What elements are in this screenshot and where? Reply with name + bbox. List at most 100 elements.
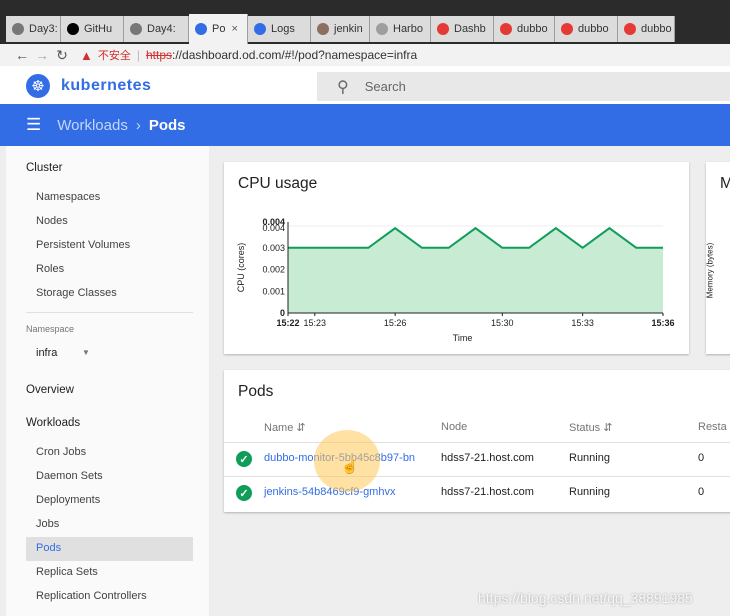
url-scheme[interactable]: https — [146, 48, 172, 62]
row-divider — [224, 476, 730, 477]
dubbo-icon — [437, 23, 449, 35]
browser-tab-label: Dashb — [454, 23, 486, 35]
search-input[interactable]: ⚲ Search — [317, 72, 730, 101]
sort-icon[interactable]: ⇵ — [603, 422, 612, 434]
sidebar-item[interactable]: Replica Sets — [36, 566, 98, 578]
close-icon[interactable]: × — [231, 23, 237, 35]
brand-title[interactable]: kubernetes — [61, 77, 151, 95]
column-header-status[interactable]: Status ⇵ — [569, 421, 612, 434]
breadcrumb-workloads[interactable]: Workloads — [57, 117, 128, 134]
sidebar-item[interactable]: Cron Jobs — [36, 446, 86, 458]
app-header: ☸ kubernetes ⚲ Search — [0, 66, 730, 105]
pods-card: Pods Name ⇵ Node Status ⇵ Resta ✓ dubbo-… — [224, 370, 730, 512]
memory-usage-card: M Memory (bytes) — [705, 162, 730, 354]
dubbo-icon — [500, 23, 512, 35]
pod-status: Running — [569, 452, 610, 464]
sidebar-item[interactable]: Deployments — [36, 494, 100, 506]
namespace-label: Namespace — [26, 324, 75, 334]
breadcrumb-pods: Pods — [148, 116, 186, 134]
column-header-node: Node — [441, 421, 468, 433]
sort-icon[interactable]: ⇵ — [296, 422, 305, 434]
browser-tab[interactable]: dubbo — [494, 16, 555, 42]
forward-icon[interactable]: → — [32, 47, 52, 63]
search-icon: ⚲ — [337, 78, 349, 96]
browser-tab[interactable]: Day4: — [124, 16, 189, 42]
reload-icon[interactable]: ↻ — [52, 47, 72, 64]
browser-tab-label: Day4: — [147, 23, 176, 35]
browser-tab[interactable]: Po × — [189, 14, 248, 44]
column-header-name[interactable]: Name ⇵ — [264, 421, 306, 434]
column-header-status-label: Status — [569, 422, 601, 434]
browser-tab-label: Logs — [271, 23, 295, 35]
sidebar-item[interactable]: Replication Controllers — [36, 590, 147, 602]
menu-icon[interactable]: ☰ — [26, 115, 41, 135]
x-tick-label: 15:33 — [571, 318, 594, 328]
browser-tab[interactable]: Dashb — [431, 16, 494, 42]
browser-tab[interactable]: dubbo — [618, 16, 675, 42]
browser-tab-strip: Day3: GitHu Day4: Po × Logs jenkin Harbo Dashb du… — [0, 0, 730, 44]
x-tick-label: 15:26 — [384, 318, 407, 328]
sidebar-item[interactable]: Pods — [36, 542, 61, 554]
memory-card-title: M — [720, 175, 730, 192]
chevron-right-icon: › — [135, 116, 141, 134]
browser-tab[interactable]: jenkin — [311, 16, 370, 42]
sidebar-item[interactable]: Storage Classes — [36, 287, 117, 299]
memory-axis-label: Memory (bytes) — [705, 242, 715, 299]
browser-tab-label: dubbo — [578, 23, 609, 35]
sidebar-item[interactable]: Daemon Sets — [36, 470, 103, 482]
browser-tab[interactable]: Day3: — [6, 16, 61, 42]
browser-tab[interactable]: dubbo — [555, 16, 618, 42]
kubernetes-logo-icon[interactable]: ☸ — [26, 74, 50, 98]
x-tick-label: 15:22 — [276, 318, 299, 328]
browser-tab[interactable]: Logs — [248, 16, 311, 42]
row-divider — [224, 442, 730, 443]
back-icon[interactable]: ← — [12, 47, 32, 63]
harbor-icon — [376, 23, 388, 35]
sidebar-item[interactable]: Nodes — [36, 215, 68, 227]
sidebar-item[interactable]: Jobs — [36, 518, 59, 530]
cpu-usage-chart: 0.0040.0040.0030.0020.001015:22 15:23 15:2… — [236, 217, 675, 343]
x-tick-label: 15:30 — [491, 318, 514, 328]
sidebar-header-cluster[interactable]: Cluster — [26, 162, 62, 174]
sidebar-item[interactable]: Persistent Volumes — [36, 239, 130, 251]
browser-tab-label: GitHu — [84, 23, 113, 35]
url-text[interactable]: ://dashboard.od.com/#!/pod?namespace=inf… — [172, 48, 417, 62]
breadcrumb-toolbar: ☰ Workloads › Pods — [0, 104, 730, 146]
namespace-select[interactable]: infra — [36, 347, 57, 359]
x-tick-label: 15:36 — [651, 318, 674, 328]
sidebar-item-overview[interactable]: Overview — [26, 384, 74, 396]
document-icon — [12, 23, 24, 35]
pod-status: Running — [569, 486, 610, 498]
pod-node: hdss7-21.host.com — [441, 486, 534, 498]
browser-tab-label: dubbo — [641, 23, 672, 35]
kubernetes-icon — [195, 23, 207, 35]
github-icon — [67, 23, 79, 35]
column-header-restarts: Resta — [698, 421, 727, 433]
y-tick-label: 0.001 — [262, 286, 285, 296]
address-separator: | — [136, 48, 140, 62]
watermark: https://blog.csdn.net/qq_38891985 — [478, 590, 693, 606]
chevron-down-icon[interactable]: ▼ — [82, 348, 90, 357]
pod-restarts: 0 — [698, 452, 705, 464]
dubbo-icon — [561, 23, 573, 35]
address-bar[interactable]: ← → ↻ ▲ 不安全 | https://dashboard.od.com/#… — [0, 44, 730, 67]
browser-tab-label: Day3: — [29, 23, 58, 35]
browser-tab-label: Harbo — [393, 23, 423, 35]
sidebar: Cluster Namespace infra ▼ Overview Workl… — [6, 146, 209, 616]
y-tick-label: 0.004 — [262, 223, 285, 233]
cpu-usage-card: CPU usage 0.004 0.004 0.003 0.002 0.001 0 15:2… — [224, 162, 689, 354]
browser-tab[interactable]: Harbo — [370, 16, 431, 42]
sidebar-header-workloads[interactable]: Workloads — [26, 417, 80, 429]
sidebar-item[interactable]: Namespaces — [36, 191, 100, 203]
browser-tab-label: dubbo — [517, 23, 548, 35]
browser-tab[interactable]: GitHu — [61, 16, 124, 42]
document-icon — [130, 23, 142, 35]
x-axis-label: Time — [453, 333, 473, 343]
y-tick-label: 0 — [280, 308, 285, 318]
jenkins-icon — [317, 23, 329, 35]
sidebar-item[interactable]: Roles — [36, 263, 64, 275]
status-ok-icon: ✓ — [236, 451, 252, 467]
browser-tab-label: jenkin — [334, 23, 363, 35]
sidebar-divider — [26, 312, 193, 313]
kubernetes-icon — [254, 23, 266, 35]
